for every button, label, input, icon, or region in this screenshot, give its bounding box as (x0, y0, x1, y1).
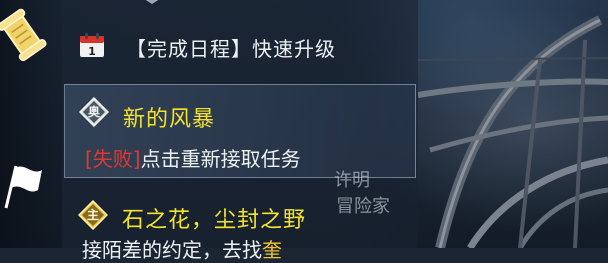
watermark-title: 冒险家 (336, 196, 390, 217)
quest-item-failed[interactable]: 奥 新的风暴 [失败]点击重新接取任务 (64, 84, 416, 178)
watermark-name: 许明 (334, 170, 370, 191)
svg-text:1: 1 (88, 45, 96, 58)
quest-badge: 奥 (78, 96, 110, 128)
quest-description: [失败]点击重新接取任务 (85, 143, 301, 172)
scroll-icon[interactable] (0, 6, 50, 66)
schedule-title: 【完成日程】快速升级 (126, 37, 336, 61)
quest-title: 新的风暴 (123, 107, 216, 132)
flag-icon[interactable] (0, 158, 50, 218)
fail-status-tag: [失败] (85, 147, 141, 171)
quest-description-text: 点击重新接取任务 (140, 147, 301, 171)
quest-badge-label: 奥 (87, 105, 100, 119)
panel-ornament (145, 0, 159, 4)
quest-title: 石之花，尘封之野 (122, 208, 307, 233)
calendar-icon: 1 (80, 33, 104, 58)
quest-description-text: 接陌差的约定，去找 (82, 238, 262, 262)
schedule-row[interactable]: 1 【完成日程】快速升级 (62, 24, 418, 66)
quest-target-highlight: 奎 (262, 238, 282, 262)
quest-badge-label: 主 (86, 208, 99, 222)
quest-description-cut: 接陌差的约定，去找奎 (82, 234, 282, 263)
quest-badge: 主 (77, 199, 109, 231)
left-toolbar (0, 0, 62, 248)
